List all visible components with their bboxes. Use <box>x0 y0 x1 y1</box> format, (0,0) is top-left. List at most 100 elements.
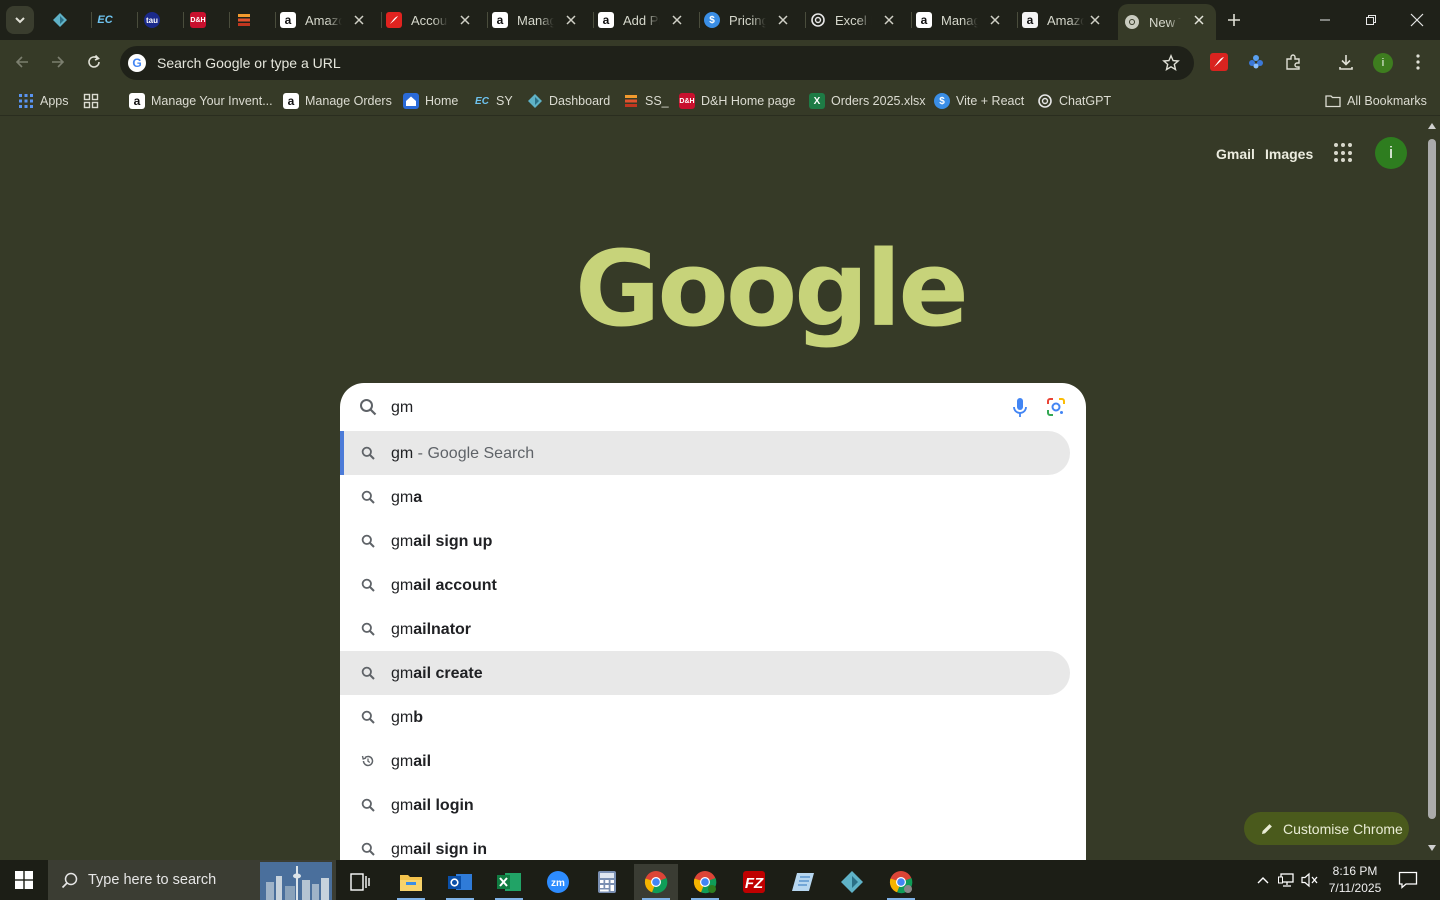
customise-chrome-button[interactable]: Customise Chrome <box>1244 812 1409 845</box>
back-button[interactable] <box>8 48 36 76</box>
tab-amazon-1[interactable]: a Amazon <box>276 0 382 40</box>
search-suggestion[interactable]: gmail <box>340 739 1070 783</box>
bookmark-label: All Bookmarks <box>1347 94 1427 108</box>
notepad-icon <box>792 873 814 891</box>
tab-excel[interactable]: Excel F <box>806 0 912 40</box>
search-suggestion[interactable]: gmail create <box>340 651 1070 695</box>
microphone-icon[interactable] <box>1010 397 1030 419</box>
google-apps-icon[interactable] <box>1334 143 1354 163</box>
minimize-button[interactable] <box>1302 0 1348 40</box>
system-clock[interactable]: 8:16 PM 7/11/2025 <box>1322 863 1388 897</box>
bookmark-orders-xlsx[interactable]: X Orders 2025.xlsx <box>809 92 925 110</box>
chrome-profile-taskbar[interactable] <box>683 864 727 900</box>
scroll-up-icon[interactable] <box>1428 123 1436 129</box>
address-bar-placeholder: Search Google or type a URL <box>157 55 341 71</box>
tab-add-product[interactable]: a Add Product <box>594 0 700 40</box>
close-icon[interactable] <box>458 13 472 27</box>
close-icon[interactable] <box>670 13 684 27</box>
tab-pricing[interactable]: $ Pricing <box>700 0 806 40</box>
close-icon[interactable] <box>776 13 790 27</box>
search-input-row[interactable]: gm <box>340 383 1086 431</box>
bookmark-home[interactable]: Home <box>403 92 458 110</box>
taskbar-search[interactable]: Type here to search <box>48 860 336 900</box>
close-icon[interactable] <box>1088 13 1102 27</box>
reload-button[interactable] <box>80 48 108 76</box>
search-suggestion[interactable]: gmail login <box>340 783 1070 827</box>
bookmark-manage-inventory[interactable]: a Manage Your Invent... <box>129 92 273 110</box>
images-link[interactable]: Images <box>1265 146 1313 162</box>
tab-manage-2[interactable]: a Manage <box>912 0 1018 40</box>
calculator-taskbar[interactable] <box>585 864 629 900</box>
notepad-taskbar[interactable] <box>781 864 825 900</box>
tab-manage-1[interactable]: a Manage <box>488 0 594 40</box>
tab-pinned-1[interactable] <box>46 0 92 40</box>
bookmark-manage-orders[interactable]: a Manage Orders <box>283 92 392 110</box>
close-icon[interactable] <box>1192 13 1206 27</box>
scrollbar-thumb[interactable] <box>1428 139 1436 819</box>
filezilla-taskbar[interactable]: FZ <box>732 864 776 900</box>
start-button[interactable] <box>0 860 48 900</box>
tab-pinned-2[interactable]: EC <box>92 0 138 40</box>
forward-button[interactable] <box>44 48 72 76</box>
diamond-app-taskbar[interactable] <box>830 864 874 900</box>
chrome-profile2-taskbar[interactable] <box>879 864 923 900</box>
tab-pinned-4[interactable]: D&H <box>184 0 230 40</box>
search-suggestion[interactable]: gmb <box>340 695 1070 739</box>
search-suggestion[interactable]: gmail sign up <box>340 519 1070 563</box>
bookmark-tab-groups[interactable] <box>83 92 105 110</box>
page-scrollbar[interactable] <box>1424 117 1440 860</box>
menu-dots-icon[interactable] <box>1408 52 1428 72</box>
suggestion-text: gmail <box>391 753 431 771</box>
file-explorer-taskbar[interactable] <box>389 864 433 900</box>
notifications-button[interactable] <box>1394 860 1422 900</box>
acrobat-extension-icon[interactable] <box>1209 52 1229 72</box>
show-hidden-icons[interactable] <box>1252 860 1274 900</box>
close-icon[interactable] <box>564 13 578 27</box>
close-icon[interactable] <box>988 13 1002 27</box>
search-input[interactable]: gm <box>391 399 413 417</box>
plus-icon <box>1228 14 1240 26</box>
volume-status[interactable] <box>1299 860 1321 900</box>
close-window-button[interactable] <box>1394 0 1440 40</box>
excel-taskbar[interactable] <box>487 864 531 900</box>
close-icon[interactable] <box>882 13 896 27</box>
suggestion-completion: ail account <box>413 577 497 594</box>
bookmark-label: Manage Your Invent... <box>151 94 273 108</box>
puzzle-blue-extension-icon[interactable] <box>1246 52 1266 72</box>
new-tab-button[interactable] <box>1222 8 1246 32</box>
outlook-taskbar[interactable] <box>438 864 482 900</box>
tab-pinned-5[interactable] <box>230 0 276 40</box>
restore-button[interactable] <box>1348 0 1394 40</box>
chrome-taskbar-active[interactable] <box>634 864 678 900</box>
account-avatar[interactable]: i <box>1375 137 1407 169</box>
gmail-link[interactable]: Gmail <box>1216 146 1255 162</box>
network-status[interactable] <box>1276 860 1298 900</box>
search-suggestion[interactable]: gma <box>340 475 1070 519</box>
tab-amazon-2[interactable]: a Amazon <box>1018 0 1118 40</box>
bookmark-all-bookmarks[interactable]: All Bookmarks <box>1325 92 1427 110</box>
star-icon[interactable] <box>1162 54 1180 72</box>
bookmark-apps[interactable]: Apps <box>18 92 69 110</box>
scroll-down-icon[interactable] <box>1428 845 1436 851</box>
search-suggestion[interactable]: gm - Google Search <box>340 431 1070 475</box>
bookmark-chatgpt[interactable]: ChatGPT <box>1037 92 1111 110</box>
tab-pinned-3[interactable]: tau <box>138 0 184 40</box>
address-bar[interactable]: G Search Google or type a URL <box>120 46 1194 80</box>
bookmark-ss[interactable]: SS_ <box>623 92 669 110</box>
tab-account[interactable]: Account <box>382 0 488 40</box>
bookmark-dashboard[interactable]: Dashboard <box>527 92 610 110</box>
zoom-taskbar[interactable]: zm <box>536 864 580 900</box>
download-icon[interactable] <box>1336 52 1356 72</box>
tab-new-tab[interactable]: New Tab <box>1118 4 1216 40</box>
tab-search-button[interactable] <box>6 6 34 34</box>
bookmark-sy[interactable]: EC SY <box>474 92 513 110</box>
extensions-icon[interactable] <box>1283 52 1303 72</box>
bookmark-dh-home[interactable]: D&H D&H Home page <box>679 92 796 110</box>
bookmark-vite-react[interactable]: $ Vite + React <box>934 92 1024 110</box>
profile-avatar[interactable]: i <box>1373 53 1393 73</box>
search-suggestion[interactable]: gmail account <box>340 563 1070 607</box>
task-view-button[interactable] <box>338 864 382 900</box>
search-suggestion[interactable]: gmailnator <box>340 607 1070 651</box>
close-icon[interactable] <box>352 13 366 27</box>
google-lens-icon[interactable] <box>1046 397 1066 417</box>
